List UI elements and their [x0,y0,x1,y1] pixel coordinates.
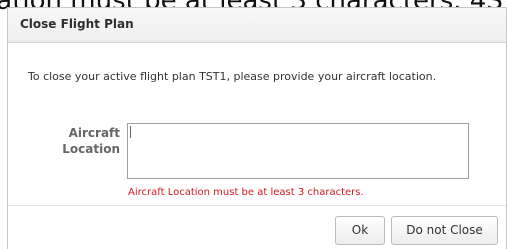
dialog-header: Close Flight Plan [8,8,506,43]
text-caret [130,126,131,138]
close-flight-plan-dialog: Close Flight Plan To close your active f… [7,7,507,249]
screenshot-canvas: cation must be at least 3 characters. 4S… [0,0,508,249]
dialog-message: To close your active flight plan TST1, p… [28,70,437,83]
do-not-close-button[interactable]: Do not Close [391,216,498,245]
aircraft-location-validation-message: Aircraft Location must be at least 3 cha… [128,187,364,198]
dialog-footer-divider [8,205,506,206]
dialog-title: Close Flight Plan [20,17,134,31]
aircraft-label-line1: Aircraft [68,126,120,140]
aircraft-location-input[interactable] [127,123,469,179]
aircraft-label-line2: Location [62,142,120,156]
aircraft-location-label: Aircraft Location [44,125,120,157]
ok-button[interactable]: Ok [335,216,385,245]
